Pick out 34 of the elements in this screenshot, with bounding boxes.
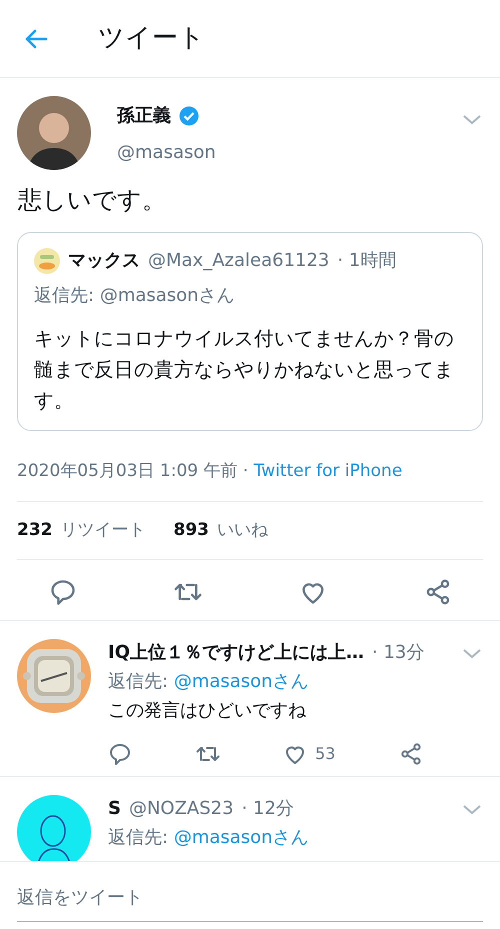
- stat-label[interactable]: リツイート: [60, 518, 146, 543]
- stat-label[interactable]: いいね: [217, 518, 268, 543]
- author-name: 孫正義: [117, 104, 171, 128]
- source-link[interactable]: Twitter for iPhone: [254, 461, 402, 481]
- reply-time: · 12分: [242, 797, 294, 821]
- tweet-text: 悲しいです。: [17, 185, 167, 216]
- quote-handle: @Max_Azalea61123: [148, 249, 330, 273]
- header-title: ツイート: [98, 22, 205, 55]
- reply-to-link[interactable]: @masasonさん: [174, 827, 309, 848]
- quote-text: キットにコロナウイルス付いてませんか？骨の髄まで反日の貴方ならやりかねないと思ってます。: [34, 326, 455, 414]
- reply-to-handle: @masasonさん: [100, 285, 235, 306]
- reply-to-link[interactable]: @masasonさん: [174, 671, 309, 692]
- reply-to-label: 返信先:: [108, 827, 168, 848]
- speech-bubble-icon[interactable]: [108, 742, 132, 766]
- quote-time: · 1時間: [337, 249, 396, 273]
- reply-handle: @NOZAS23: [128, 797, 234, 821]
- share-icon[interactable]: [399, 742, 423, 766]
- stat-count: 232: [17, 518, 52, 542]
- quoted-tweet-card[interactable]: マックス @Max_Azalea61123 · 1時間 返信先: @masasonさん キットにコロナウイルス付いてませんか？骨の髄まで反日の貴方ならやりかねないと思ってます。: [17, 232, 483, 431]
- reply-author-name: IQ上位１％ですけど上には上…: [108, 641, 364, 665]
- reply-to-label: 返信先:: [108, 671, 168, 692]
- reply-input-field[interactable]: 返信をツイート: [17, 880, 483, 922]
- like-count: 53: [315, 743, 336, 765]
- reply-to-label: 返信先:: [34, 285, 94, 306]
- quote-author-name: マックス: [68, 249, 140, 273]
- reply-time: · 13分: [372, 641, 424, 665]
- reply-author-name: S: [108, 797, 121, 821]
- separator-dot: ·: [242, 461, 248, 481]
- tweet-timestamp: 2020年05月03日 1:09 午前: [17, 461, 238, 481]
- author-handle: @masason: [117, 141, 217, 165]
- back-arrow-icon[interactable]: [24, 26, 50, 50]
- stat-count: 893: [174, 518, 209, 542]
- reply-text: この発言はひどいですね: [108, 699, 307, 723]
- speech-bubble-icon[interactable]: [48, 578, 76, 606]
